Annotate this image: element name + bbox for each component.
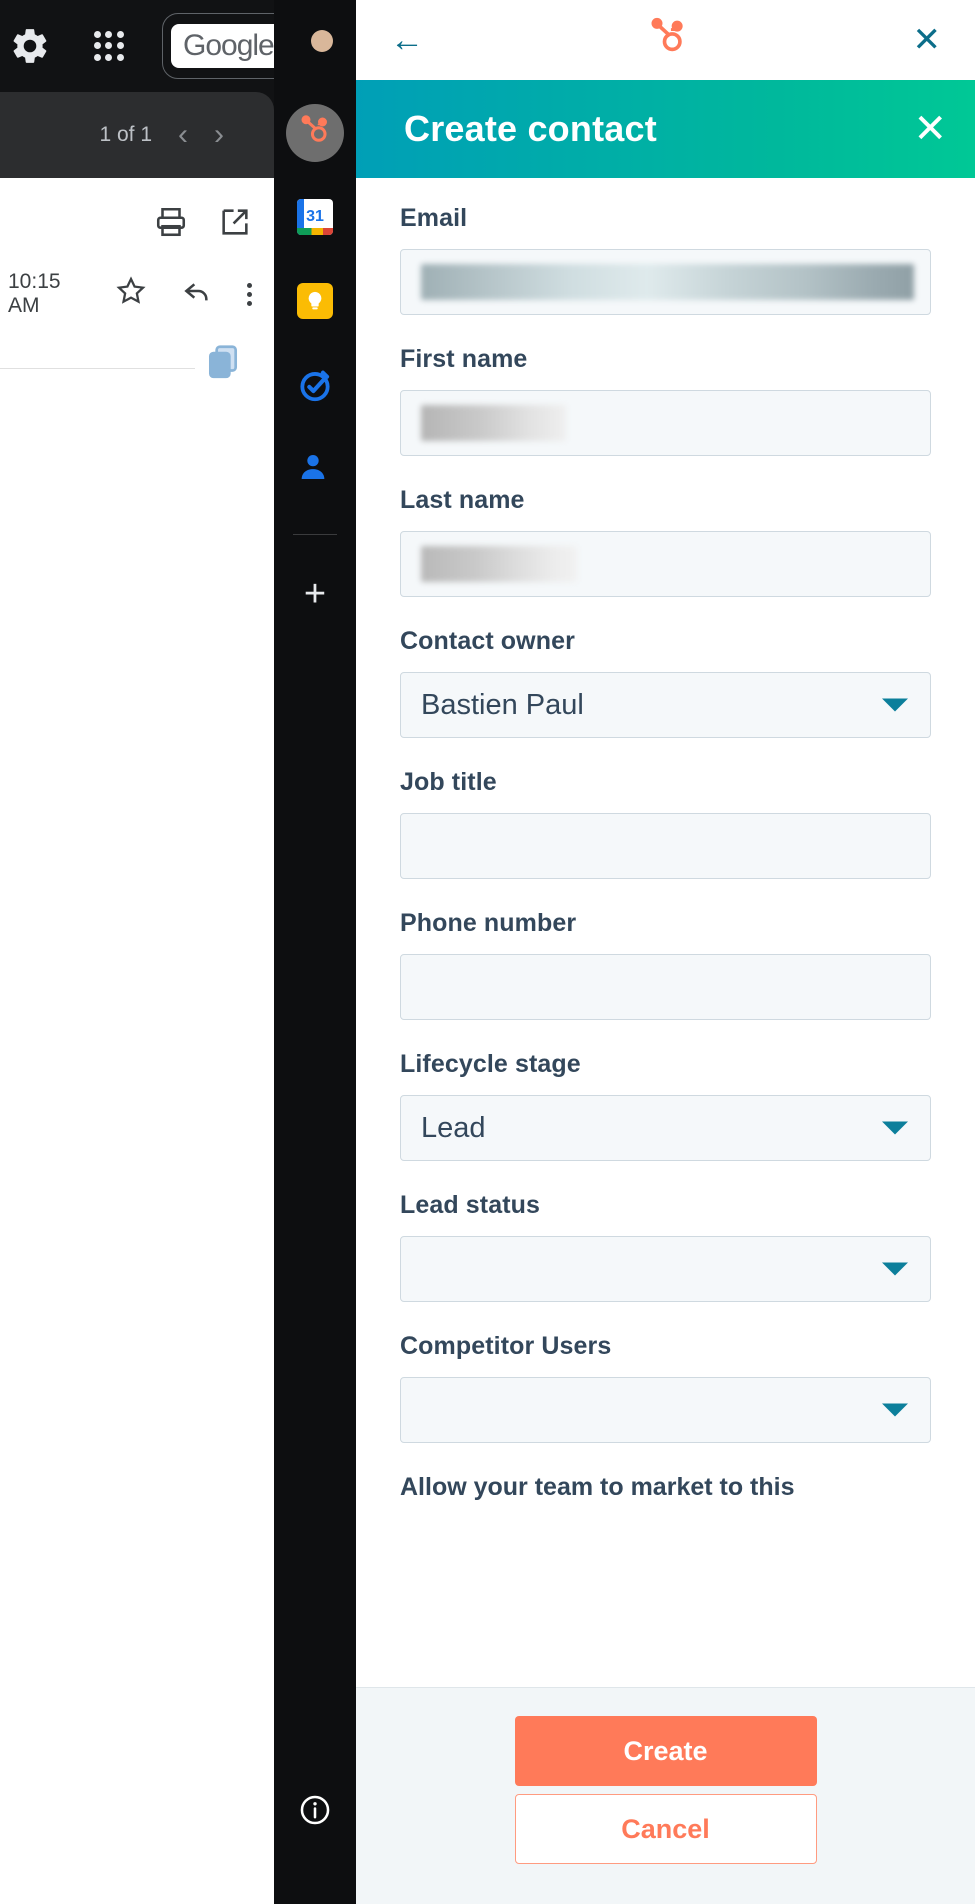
field-last-name: Last name (400, 486, 931, 597)
panel-topbar: ← ✕ (356, 0, 975, 80)
email-field[interactable] (400, 249, 931, 315)
close-icon[interactable]: ✕ (913, 23, 942, 57)
field-phone-number: Phone number (400, 909, 931, 1020)
lead-status-select[interactable] (400, 1236, 931, 1302)
message-meta: 10:15 AM (0, 270, 252, 318)
next-message-button[interactable]: › (214, 120, 224, 150)
create-button[interactable]: Create (514, 1716, 817, 1786)
field-label-job-title: Job title (400, 768, 497, 796)
header-close-icon[interactable]: ✕ (913, 109, 947, 149)
hubspot-logo-icon (646, 16, 690, 65)
message-toolbar (154, 205, 252, 244)
last-name-field[interactable] (400, 531, 931, 597)
app-screen: Google 1 of 1 ‹ › 10:15 AM 31 + ← ✕ Crea… (0, 0, 975, 1904)
field-label-email: Email (400, 204, 468, 232)
page-title: Create contact (404, 108, 657, 149)
field-label-lead-status: Lead status (400, 1191, 541, 1219)
field-label-marketing-consent: Allow your team to market to this (400, 1473, 795, 1501)
google-calendar-icon: 31 (297, 199, 333, 235)
plus-icon: + (303, 573, 327, 615)
first-name-field[interactable] (400, 390, 931, 456)
sidebar-item-hubspot[interactable] (286, 104, 366, 162)
more-vertical-icon[interactable] (247, 282, 252, 306)
chevron-down-icon (882, 1262, 908, 1276)
add-addon-button[interactable]: + (286, 565, 344, 623)
panel-footer: Create Cancel (356, 1687, 975, 1904)
google-workspace-addon-rail: 31 + (274, 0, 366, 1904)
field-label-contact-owner: Contact owner (400, 627, 575, 655)
field-label-lifecycle-stage: Lifecycle stage (400, 1050, 581, 1078)
gear-icon[interactable] (8, 24, 52, 68)
phone-number-field[interactable] (400, 954, 931, 1020)
field-label-phone-number: Phone number (400, 909, 577, 937)
sidebar-item-keep[interactable] (286, 272, 344, 330)
create-contact-form: Email First name Last name Contact owner (356, 178, 975, 1687)
field-label-last-name: Last name (400, 486, 525, 514)
google-tasks-icon (296, 366, 334, 404)
message-nav-strip: 1 of 1 ‹ › (0, 92, 274, 178)
panel-header: Create contact ✕ (356, 80, 975, 178)
sidebar-item-tasks[interactable] (286, 356, 344, 414)
chevron-down-icon (882, 1121, 908, 1135)
rail-divider (293, 534, 337, 535)
star-icon[interactable] (115, 275, 147, 313)
chevron-down-icon (882, 698, 908, 712)
google-wordmark: Google (171, 24, 286, 68)
google-keep-icon (297, 283, 333, 319)
sidebar-item-calendar[interactable]: 31 (286, 188, 344, 246)
chevron-down-icon (882, 1403, 908, 1417)
cancel-button[interactable]: Cancel (514, 1794, 817, 1864)
message-divider (0, 368, 195, 369)
back-button[interactable]: ← (390, 23, 424, 57)
field-label-first-name: First name (400, 345, 528, 373)
gmail-message-body: 10:15 AM (0, 178, 274, 1904)
field-lead-status: Lead status (400, 1191, 931, 1302)
field-label-competitor-users: Competitor Users (400, 1332, 612, 1360)
hubspot-create-contact-panel: ← ✕ Create contact ✕ Email First name La… (356, 0, 975, 1904)
lifecycle-stage-select[interactable]: Lead (400, 1095, 931, 1161)
field-first-name: First name (400, 345, 931, 456)
field-job-title: Job title (400, 768, 931, 879)
prev-message-button[interactable]: ‹ (178, 120, 188, 150)
google-contacts-icon (296, 450, 334, 488)
apps-grid-icon[interactable] (94, 31, 124, 61)
message-counter: 1 of 1 (99, 123, 152, 146)
print-icon[interactable] (154, 205, 188, 244)
redacted-last-name-value (421, 546, 577, 582)
lifecycle-stage-value: Lead (421, 1111, 486, 1144)
copy-icon[interactable] (200, 338, 246, 384)
sidebar-item-contacts[interactable] (286, 440, 344, 498)
redacted-email-value (421, 264, 914, 300)
open-in-new-icon[interactable] (218, 205, 252, 244)
redacted-first-name-value (421, 405, 566, 441)
reply-icon[interactable] (181, 275, 213, 313)
field-contact-owner: Contact owner Bastien Paul (400, 627, 931, 738)
job-title-field[interactable] (400, 813, 931, 879)
message-timestamp: 10:15 AM (8, 270, 61, 317)
calendar-day-badge: 31 (306, 208, 324, 225)
field-lifecycle-stage: Lifecycle stage Lead (400, 1050, 931, 1161)
hubspot-icon (297, 113, 333, 154)
field-email: Email (400, 204, 931, 315)
field-competitor-users: Competitor Users (400, 1332, 931, 1443)
competitor-users-select[interactable] (400, 1377, 931, 1443)
contact-owner-value: Bastien Paul (421, 688, 584, 721)
contact-owner-select[interactable]: Bastien Paul (400, 672, 931, 738)
info-icon[interactable] (298, 1793, 332, 1832)
